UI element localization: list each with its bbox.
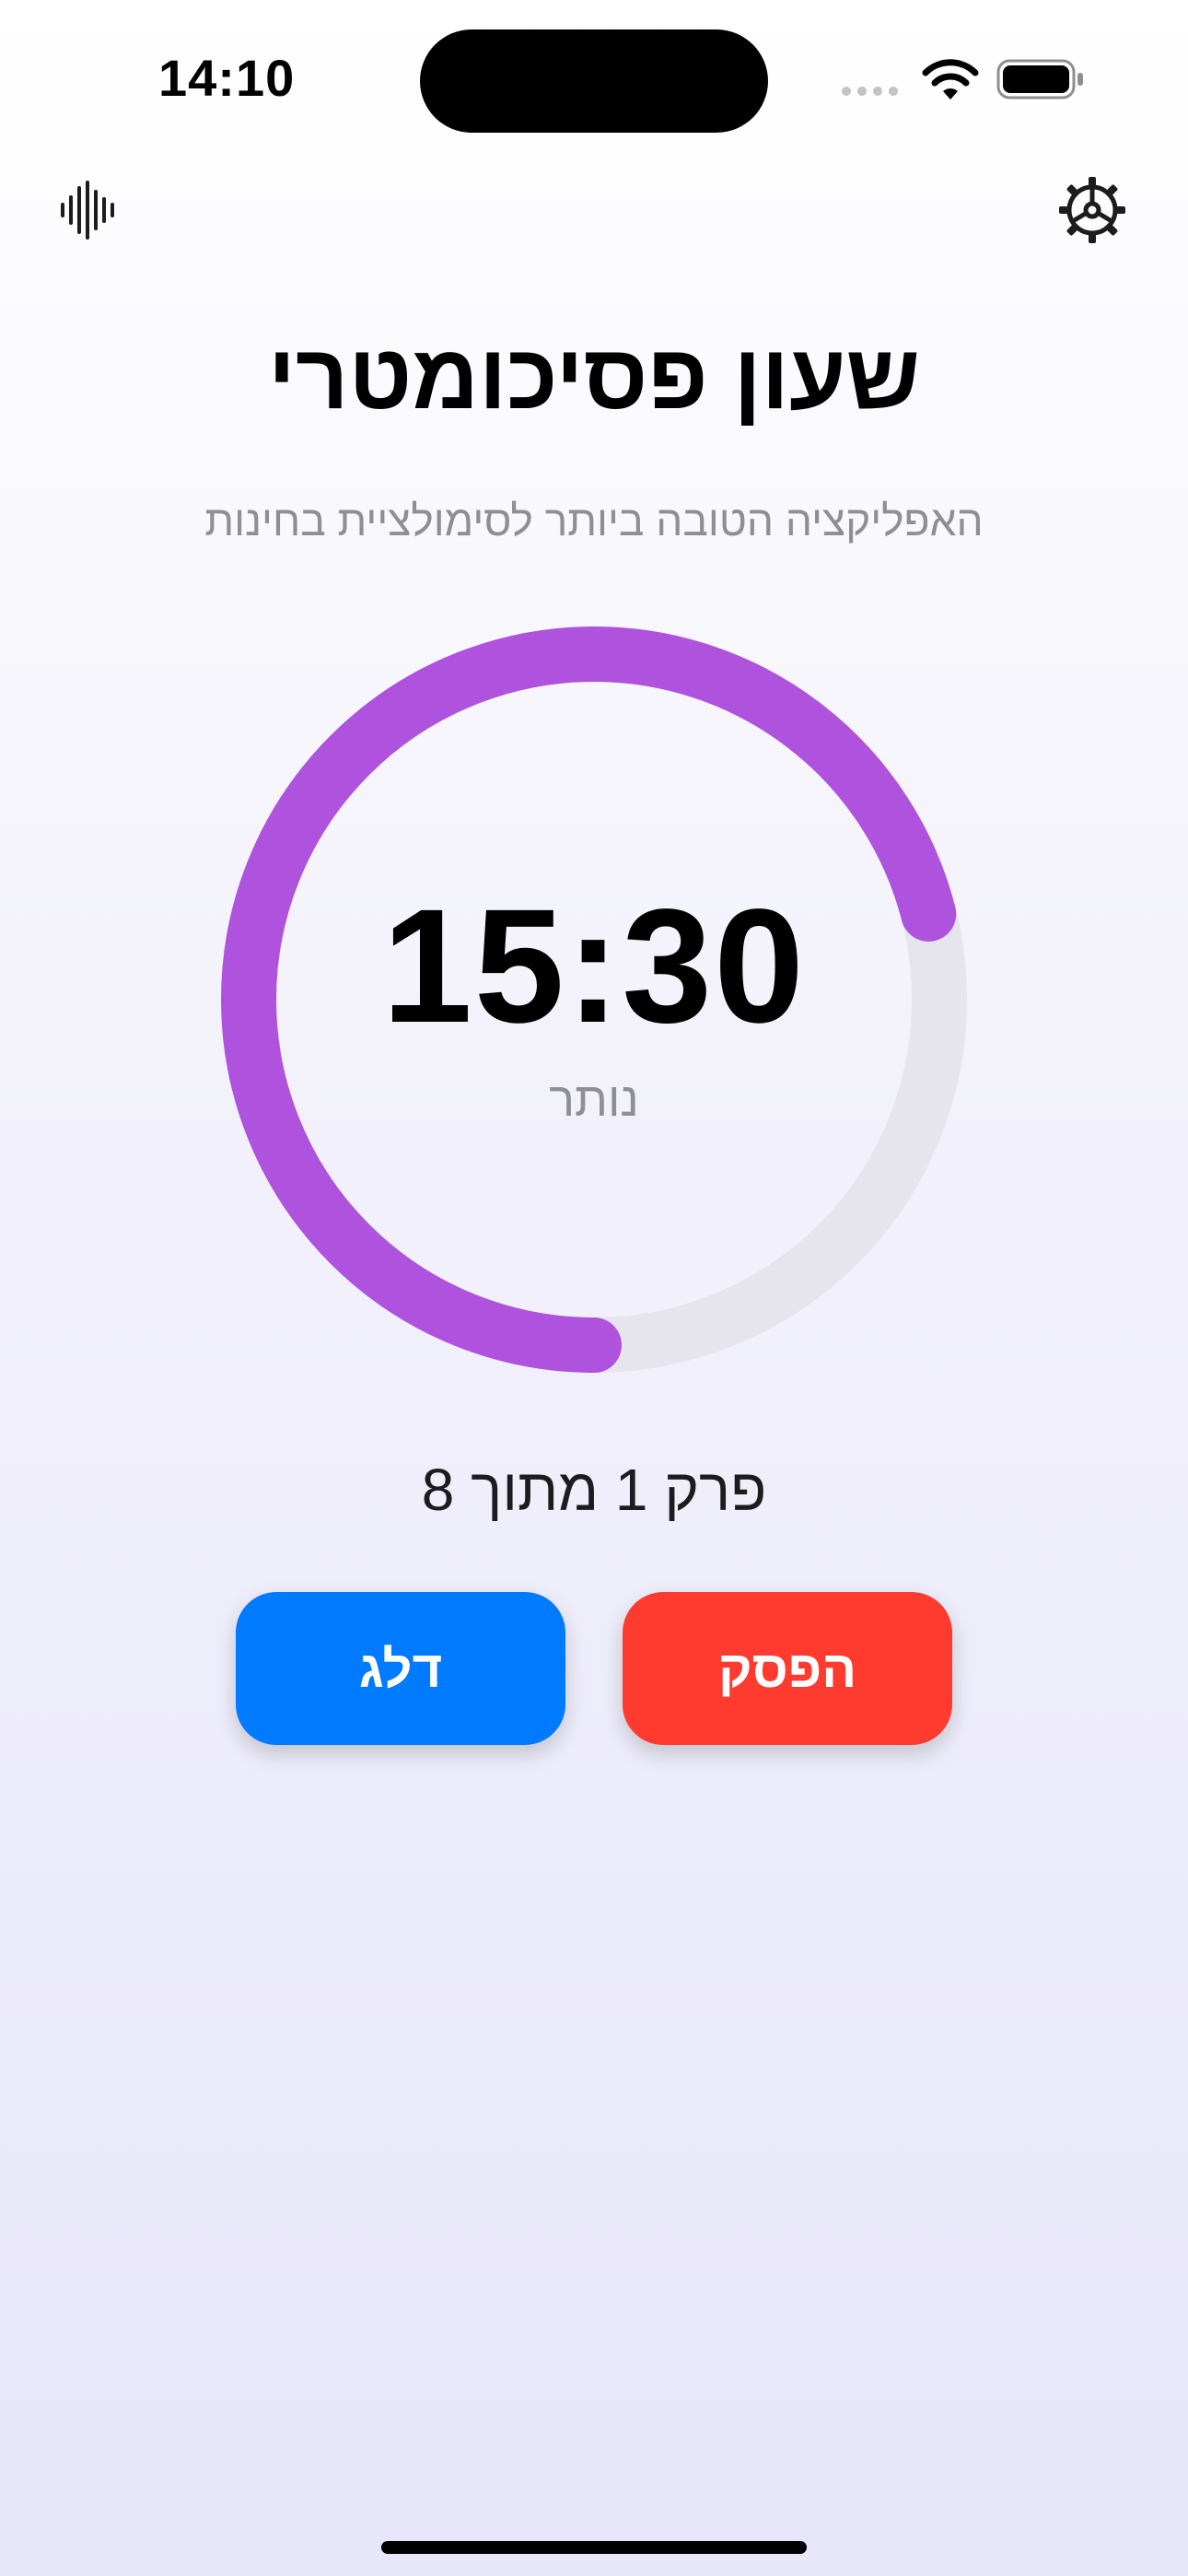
- section-progress-label: פרק 1 מתוך 8: [421, 1457, 767, 1523]
- page-subtitle: האפליקציה הטובה ביותר לסימולציית בחינות: [204, 497, 984, 544]
- cellular-signal-icon: [842, 84, 904, 100]
- timer-remaining-label: נותר: [549, 1073, 639, 1127]
- wifi-icon: [922, 59, 979, 100]
- skip-button-label: דלג: [358, 1639, 443, 1698]
- gear-icon[interactable]: [1057, 175, 1127, 245]
- page-title: שעון פסיכומטרי: [267, 325, 921, 428]
- waveform-icon[interactable]: [59, 181, 120, 240]
- battery-icon: [996, 59, 1083, 100]
- stop-button-label: הפסק: [717, 1639, 857, 1698]
- timer-value: 15:30: [381, 876, 807, 1057]
- skip-button[interactable]: דלג: [236, 1592, 565, 1745]
- dynamic-island: [420, 29, 768, 133]
- home-indicator[interactable]: [381, 2541, 807, 2554]
- stop-button[interactable]: הפסק: [623, 1592, 952, 1745]
- status-bar-time: 14:10: [158, 49, 296, 107]
